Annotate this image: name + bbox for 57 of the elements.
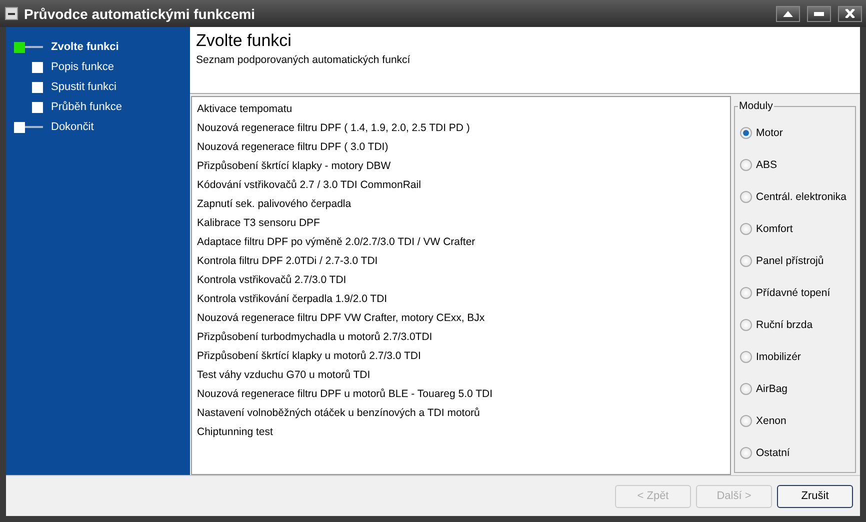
radio-label[interactable]: Centrál. elektronika	[756, 191, 846, 203]
list-item[interactable]: Nastavení volnoběžných otáček u benzínových a TDI motorů	[197, 404, 725, 423]
step-label: Zvolte funkci	[51, 41, 119, 53]
list-item[interactable]: Nouzová regenerace filtru DPF u motorů BLE - Touareg 5.0 TDI	[197, 385, 725, 404]
close-icon	[845, 9, 855, 18]
list-item[interactable]: Nouzová regenerace filtru DPF ( 1.4, 1.9, 2.0, 2.5 TDI PD )	[197, 119, 725, 138]
radio-button[interactable]	[740, 319, 752, 331]
close-button[interactable]	[838, 6, 862, 22]
maximize-button[interactable]	[776, 6, 800, 22]
list-item[interactable]: Adaptace filtru DPF po výměně 2.0/2.7/3.0 TDI / VW Crafter	[197, 233, 725, 252]
radio-button[interactable]	[740, 447, 752, 459]
list-item[interactable]: Nouzová regenerace filtru DPF VW Crafter, motory CExx, BJx	[197, 309, 725, 328]
radio-button[interactable]	[740, 351, 752, 363]
radio-label[interactable]: ABS	[756, 159, 778, 171]
dialog-button[interactable]: Zrušit	[777, 484, 853, 508]
radio-label[interactable]: Ostatní	[756, 447, 790, 459]
window-menu-icon[interactable]	[5, 7, 18, 20]
radio-label[interactable]: AirBag	[756, 383, 788, 395]
step-label: Popis funkce	[51, 61, 114, 73]
step-label: Průběh funkce	[51, 101, 122, 113]
radio-button[interactable]	[740, 383, 752, 395]
group-label: Moduly	[738, 100, 774, 112]
radio-button[interactable]	[740, 127, 752, 139]
step-label: Dokončit	[51, 121, 94, 133]
list-item[interactable]: Chiptunning test	[197, 423, 725, 442]
list-item[interactable]: Kontrola vstřikovačů 2.7/3.0 TDI	[197, 271, 725, 290]
triangle-up-icon	[783, 10, 793, 16]
minimize-icon	[814, 12, 824, 16]
page-subtitle: Seznam podporovaných automatických funkcí	[196, 54, 412, 66]
radio-label[interactable]: Ruční brzda	[756, 319, 813, 331]
page-title: Zvolte funkci	[196, 31, 292, 51]
radio-label[interactable]: Panel přístrojů	[756, 255, 824, 267]
list-item[interactable]: Přizpůsobení škrtící klapky u motorů 2.7/3.0 TDI	[197, 347, 725, 366]
list-item[interactable]: Kalibrace T3 sensoru DPF	[197, 214, 725, 233]
list-item[interactable]: Kontrola vstřikování čerpadla 1.9/2.0 TDI	[197, 290, 725, 309]
radio-button[interactable]	[740, 415, 752, 427]
radio-button[interactable]	[740, 159, 752, 171]
list-item[interactable]: Kontrola filtru DPF 2.0TDi / 2.7-3.0 TDI	[197, 252, 725, 271]
radio-label[interactable]: Přídavné topení	[756, 287, 830, 299]
minimize-button[interactable]	[807, 6, 831, 22]
list-item[interactable]: Přizpůsobení turbodmychadla u motorů 2.7/3.0TDI	[197, 328, 725, 347]
list-item[interactable]: Aktivace tempomatu	[197, 100, 725, 119]
list-item[interactable]: Zapnutí sek. palivového čerpadla	[197, 195, 725, 214]
list-item[interactable]: Test váhy vzduchu G70 u motorů TDI	[197, 366, 725, 385]
radio-button[interactable]	[740, 191, 752, 203]
radio-button[interactable]	[740, 287, 752, 299]
step-label: Spustit funkci	[51, 81, 116, 93]
window-title: Průvodce automatickými funkcemi	[24, 6, 256, 22]
radio-label[interactable]: Motor	[756, 127, 783, 139]
radio-label[interactable]: Komfort	[756, 223, 793, 235]
list-item[interactable]: Nouzová regenerace filtru DPF ( 3.0 TDI)	[197, 138, 725, 157]
radio-button[interactable]	[740, 223, 752, 235]
radio-button[interactable]	[740, 255, 752, 267]
list-item[interactable]: Přizpůsobení škrtící klapky - motory DBW	[197, 157, 725, 176]
radio-label[interactable]: Xenon	[756, 415, 786, 427]
list-item[interactable]: Kódování vstřikovačů 2.7 / 3.0 TDI CommonRail	[197, 176, 725, 195]
radio-label[interactable]: Imobilizér	[756, 351, 801, 363]
